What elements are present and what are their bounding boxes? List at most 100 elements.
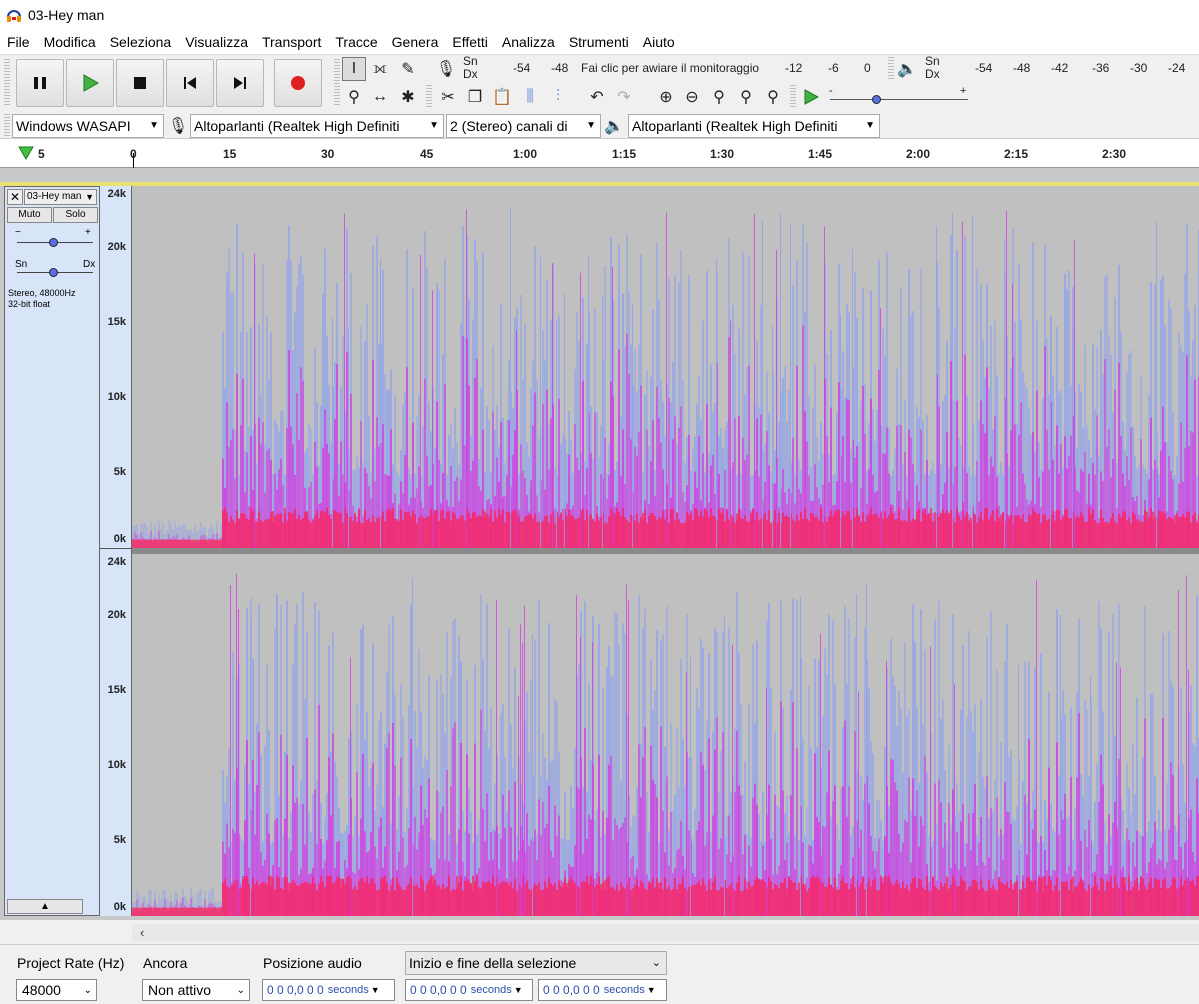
skip-to-end-button[interactable] [216,59,264,107]
menu-analizza[interactable]: Analizza [495,34,562,50]
project-rate-value: 48000 [22,982,61,998]
time-shift-tool[interactable]: ↔ [368,85,392,109]
menu-file[interactable]: File [0,34,37,50]
device-toolbar-grip[interactable] [4,114,10,138]
record-meter-mic[interactable]: 🎙 [434,57,458,81]
project-rate-select[interactable]: 48000 ⌄ [16,979,97,1001]
freq-label-bottom: 0k [113,901,126,913]
host-select[interactable]: Windows WASAPI ▼ [12,114,164,138]
zoom-toggle-button[interactable]: ⚲ [761,85,785,109]
play-at-speed-button[interactable] [799,85,823,109]
menu-aiuto[interactable]: Aiuto [636,34,682,50]
cut-button[interactable]: ✂ [436,85,460,109]
selection-end-field[interactable]: 0 0 0,0 0 0 seconds ▼ [538,979,667,1001]
asterisk-icon: ✱ [401,89,415,106]
spectrogram-view[interactable] [132,186,1199,916]
menu-seleziona[interactable]: Seleziona [103,34,179,50]
play-button[interactable] [66,59,114,107]
speed-slider-thumb[interactable] [872,95,881,104]
timeline-ruler[interactable]: 5 0 15 30 45 1:00 1:15 1:30 1:45 2:00 2:… [0,138,1199,169]
pan-right-label: Dx [83,259,96,270]
copy-button[interactable]: ❐ [463,85,487,109]
envelope-tool[interactable]: ⟗ [368,57,392,81]
zoom-in-button[interactable]: ⊕ [654,85,678,109]
menu-strumenti[interactable]: Strumenti [562,34,636,50]
menu-visualizza[interactable]: Visualizza [178,34,255,50]
menu-genera[interactable]: Genera [385,34,446,50]
track-name-menu[interactable]: 03-Hey man ▼ [24,189,97,205]
zoom-out-icon: ⊖ [685,89,699,106]
host-value: Windows WASAPI [16,118,131,134]
chevron-down-icon: ▼ [85,192,94,202]
audio-position-field[interactable]: 0 0 0,0 0 0 seconds ▼ [262,979,395,1001]
freq-label-top: 0k [113,533,126,545]
play-meter-grip[interactable] [888,57,894,81]
frequency-ruler[interactable]: 24k 20k 15k 10k 5k 0k 24k 20k 15k 10k 5k… [100,186,132,916]
selection-start-field[interactable]: 0 0 0,0 0 0 seconds ▼ [405,979,533,1001]
trim-button[interactable]: ⫼ [518,85,542,109]
speed-slider-track[interactable] [830,99,968,100]
chevron-down-icon: ⌄ [236,984,245,996]
play-head-triangle-icon[interactable] [18,146,34,160]
snap-select[interactable]: Non attivo ⌄ [142,979,250,1001]
selection-tool[interactable]: I [342,57,366,81]
track-close-button[interactable]: ✕ [7,189,23,205]
paste-button[interactable]: 📋 [490,85,514,109]
freq-label-bottom: 15k [107,684,126,696]
multi-tool[interactable]: ✱ [396,85,420,109]
chevron-down-icon: ⌄ [651,957,661,969]
skip-to-start-button[interactable] [166,59,214,107]
ruler-tick: 2:15 [1004,147,1029,161]
record-button[interactable] [274,59,322,107]
menu-effetti[interactable]: Effetti [445,34,495,50]
copy-icon: ❐ [467,89,483,106]
fit-project-button[interactable]: ⚲ [734,85,758,109]
fit-selection-button[interactable]: ⚲ [707,85,731,109]
transport-toolbar-grip[interactable] [4,59,10,107]
undo-button[interactable]: ↶ [585,85,609,109]
microphone-icon: 🎙 [435,61,457,78]
output-device-select[interactable]: Altoparlanti (Realtek High Definiti ▼ [628,114,880,138]
rec-meter-hint[interactable]: Fai clic per awiare il monitoraggio [581,61,759,75]
chevron-down-icon: ▼ [586,120,596,131]
rec-scale-48: -48 [551,61,569,75]
input-device-select[interactable]: Altoparlanti (Realtek High Definiti ▼ [190,114,444,138]
menu-tracce[interactable]: Tracce [328,34,384,50]
play-meter-channels: Sn Dx [925,54,940,81]
pan-left-label: Sn [15,259,28,270]
horizontal-scrollbar[interactable]: ‹ [132,924,1199,942]
pause-button[interactable] [16,59,64,107]
triangle-up-icon: ▲ [40,901,50,912]
collapse-track-button[interactable]: ▲ [7,899,83,914]
menu-transport[interactable]: Transport [255,34,328,50]
play-meter-speaker[interactable]: 🔈 [895,57,919,81]
envelope-icon: ⟗ [373,60,387,77]
ruler-tick: 2:30 [1102,147,1127,161]
play-scale-36: -36 [1092,61,1110,75]
gain-slider-thumb[interactable] [49,238,58,247]
pan-slider-thumb[interactable] [49,268,58,277]
silence-button[interactable]: ⫶ [546,85,570,109]
scroll-left-icon[interactable]: ‹ [140,925,144,940]
zoom-tool[interactable]: ⚲ [342,85,366,109]
edit-toolbar-grip[interactable] [426,85,432,109]
solo-button[interactable]: Solo [53,207,98,223]
track-control-panel[interactable]: ✕ 03-Hey man ▼ Muto Solo − + Sn Dx Stereo… [4,186,100,916]
speaker-icon: 🔈 [604,118,624,135]
chevron-down-icon: ⌄ [83,984,92,996]
selection-end-unit: seconds [603,984,645,996]
zoom-out-button[interactable]: ⊖ [680,85,704,109]
selection-start-unit: seconds [470,984,512,996]
rec-scale-12: -12 [785,61,803,75]
redo-button[interactable]: ↷ [612,85,636,109]
draw-tool[interactable]: ✎ [396,57,420,81]
selection-mode-select[interactable]: Inizio e fine della selezione ⌄ [405,951,667,975]
audio-position-unit: seconds [327,984,369,996]
play-at-speed-grip[interactable] [790,85,796,109]
track-format-rate: Stereo, 48000Hz [8,288,76,298]
stop-button[interactable] [116,59,164,107]
mute-button[interactable]: Muto [7,207,52,223]
channels-select[interactable]: 2 (Stereo) canali di ▼ [446,114,601,138]
tools-toolbar-grip[interactable] [334,59,340,107]
menu-modifica[interactable]: Modifica [37,34,103,50]
